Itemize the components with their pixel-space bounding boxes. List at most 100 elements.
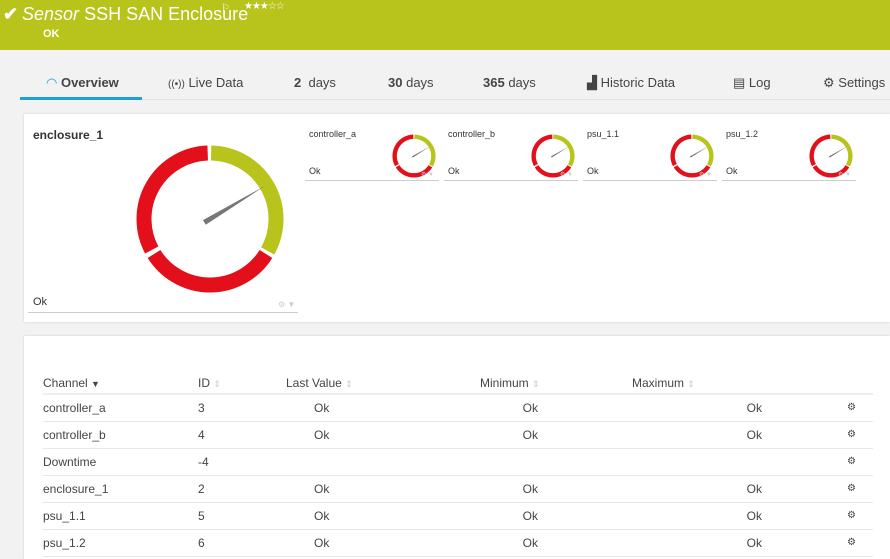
table-row[interactable]: Downtime -4 ⚙: [43, 448, 873, 476]
col-channel[interactable]: Channel ▼: [43, 372, 198, 395]
gear-icon: ⚙: [823, 75, 835, 90]
gauge-value: Ok: [587, 166, 599, 176]
table-row[interactable]: psu_1.2 6 Ok Ok Ok ⚙: [43, 529, 873, 557]
chart-icon: ▟: [587, 75, 597, 90]
tab-log[interactable]: ▤ Log: [733, 75, 771, 91]
gauge-ok-arc: [414, 134, 436, 167]
gauge-name: psu_1.2: [726, 129, 759, 139]
header-label: Minimum: [480, 375, 529, 390]
tab-historic-data[interactable]: ▟ Historic Data: [587, 75, 675, 91]
main-gauge-value: Ok: [33, 296, 48, 308]
cell-channel[interactable]: Downtime: [43, 448, 198, 476]
cell-last-value: [286, 448, 480, 476]
divider: [28, 312, 298, 313]
gauge-ok-arc: [692, 134, 714, 167]
header-label: ID: [198, 375, 210, 390]
cell-maximum: Ok: [632, 421, 762, 449]
cell-channel[interactable]: controller_b: [43, 421, 198, 449]
gauge-name: controller_a: [309, 129, 357, 139]
cell-id: 2: [198, 475, 286, 503]
cell-maximum: Ok: [632, 475, 762, 503]
tab-label: Live Data: [188, 75, 244, 90]
cell-id: -4: [198, 448, 286, 476]
cell-last-value: Ok: [286, 475, 480, 503]
gauge-settings-icon[interactable]: ⚙ ▼: [838, 171, 851, 178]
gauge-settings-icon[interactable]: ⚙ ▼: [699, 171, 712, 178]
flag-icon[interactable]: ⚐: [221, 3, 230, 14]
channels-table: Channel ▼ ID ⇕ Last Value ⇕ Minimum ⇕ Ma…: [43, 372, 873, 557]
sensor-header: ✔ Sensor SSH SAN Enclosure ⚐ ★★★☆☆ OK: [0, 0, 890, 50]
tab-label: days: [508, 75, 536, 90]
gauge-name: controller_b: [448, 129, 496, 139]
channel-settings-icon[interactable]: ⚙: [762, 502, 873, 530]
tab-label: days: [406, 75, 434, 90]
channel-settings-icon[interactable]: ⚙: [762, 529, 873, 557]
log-icon: ▤: [733, 75, 746, 90]
gauge-value: Ok: [309, 166, 321, 176]
cell-channel[interactable]: controller_a: [43, 394, 198, 422]
sort-icon: ⇕: [532, 378, 540, 389]
tab-num: 365: [483, 75, 505, 90]
cell-channel[interactable]: psu_1.2: [43, 529, 198, 557]
gauge-needle: [550, 146, 570, 158]
gauge-error-arc: [147, 249, 273, 293]
col-maximum[interactable]: Maximum ⇕: [632, 372, 762, 395]
cell-minimum: Ok: [480, 394, 632, 422]
gauge-settings-icon[interactable]: ⚙ ▼: [560, 171, 573, 178]
tab-live-data[interactable]: ((•)) Live Data: [168, 75, 243, 90]
channel-settings-icon[interactable]: ⚙: [762, 421, 873, 449]
channel-settings-icon[interactable]: ⚙: [762, 394, 873, 422]
broadcast-icon: ((•)): [168, 79, 185, 90]
cell-maximum: Ok: [632, 394, 762, 422]
tab-label: Settings: [838, 75, 886, 90]
col-last-value[interactable]: Last Value ⇕: [286, 372, 480, 395]
gauge-value: Ok: [726, 166, 738, 176]
divider: [722, 180, 856, 181]
priority-stars[interactable]: ★★★☆☆: [244, 1, 285, 12]
cell-minimum: Ok: [480, 502, 632, 530]
check-icon: ✔: [3, 4, 19, 24]
tab-overview[interactable]: ◠ Overview: [20, 75, 142, 100]
cell-channel[interactable]: enclosure_1: [43, 475, 198, 503]
cell-last-value: Ok: [286, 421, 480, 449]
tab-30-days[interactable]: 30 days: [388, 75, 434, 90]
table-row[interactable]: controller_b 4 Ok Ok Ok ⚙: [43, 421, 873, 449]
table-row[interactable]: controller_a 3 Ok Ok Ok ⚙: [43, 394, 873, 422]
gauge-ok-arc: [553, 134, 575, 167]
table-row[interactable]: enclosure_1 2 Ok Ok Ok ⚙: [43, 475, 873, 503]
tab-label: Log: [748, 75, 771, 90]
gauge-error-arc: [531, 134, 553, 167]
tab-2-days[interactable]: 2 days: [294, 75, 336, 90]
gauge-needle: [828, 146, 848, 158]
table-row[interactable]: psu_1.1 5 Ok Ok Ok ⚙: [43, 502, 873, 530]
cell-maximum: [632, 448, 762, 476]
cell-id: 4: [198, 421, 286, 449]
gauge-icon: ◠: [46, 75, 58, 90]
tab-settings[interactable]: ⚙ Settings: [823, 75, 885, 91]
gauge-settings-icon[interactable]: ⚙ ▼: [421, 171, 434, 178]
gauge-needle: [411, 146, 431, 158]
col-minimum[interactable]: Minimum ⇕: [480, 372, 632, 395]
cell-channel[interactable]: psu_1.1: [43, 502, 198, 530]
channel-settings-icon[interactable]: ⚙: [762, 448, 873, 476]
gauge-settings-icon[interactable]: ⚙ ▼: [278, 300, 295, 309]
tab-label: Overview: [60, 75, 119, 90]
cell-maximum: Ok: [632, 529, 762, 557]
tab-num: 30: [388, 75, 403, 90]
cell-minimum: Ok: [480, 475, 632, 503]
col-actions: [762, 372, 873, 395]
tab-365-days[interactable]: 365 days: [483, 75, 536, 90]
cell-last-value: Ok: [286, 394, 480, 422]
main-gauge-name: enclosure_1: [33, 128, 104, 142]
gauge-needle: [202, 185, 266, 225]
cell-minimum: Ok: [480, 421, 632, 449]
channel-settings-icon[interactable]: ⚙: [762, 475, 873, 503]
gauge-ok-arc: [831, 134, 853, 167]
cell-minimum: [480, 448, 632, 476]
status-text: OK: [43, 28, 60, 40]
tab-label: Historic Data: [600, 75, 676, 90]
header-label: Last Value: [286, 375, 342, 390]
cell-id: 3: [198, 394, 286, 422]
col-id[interactable]: ID ⇕: [198, 372, 286, 395]
gauge-error-arc: [392, 134, 414, 167]
